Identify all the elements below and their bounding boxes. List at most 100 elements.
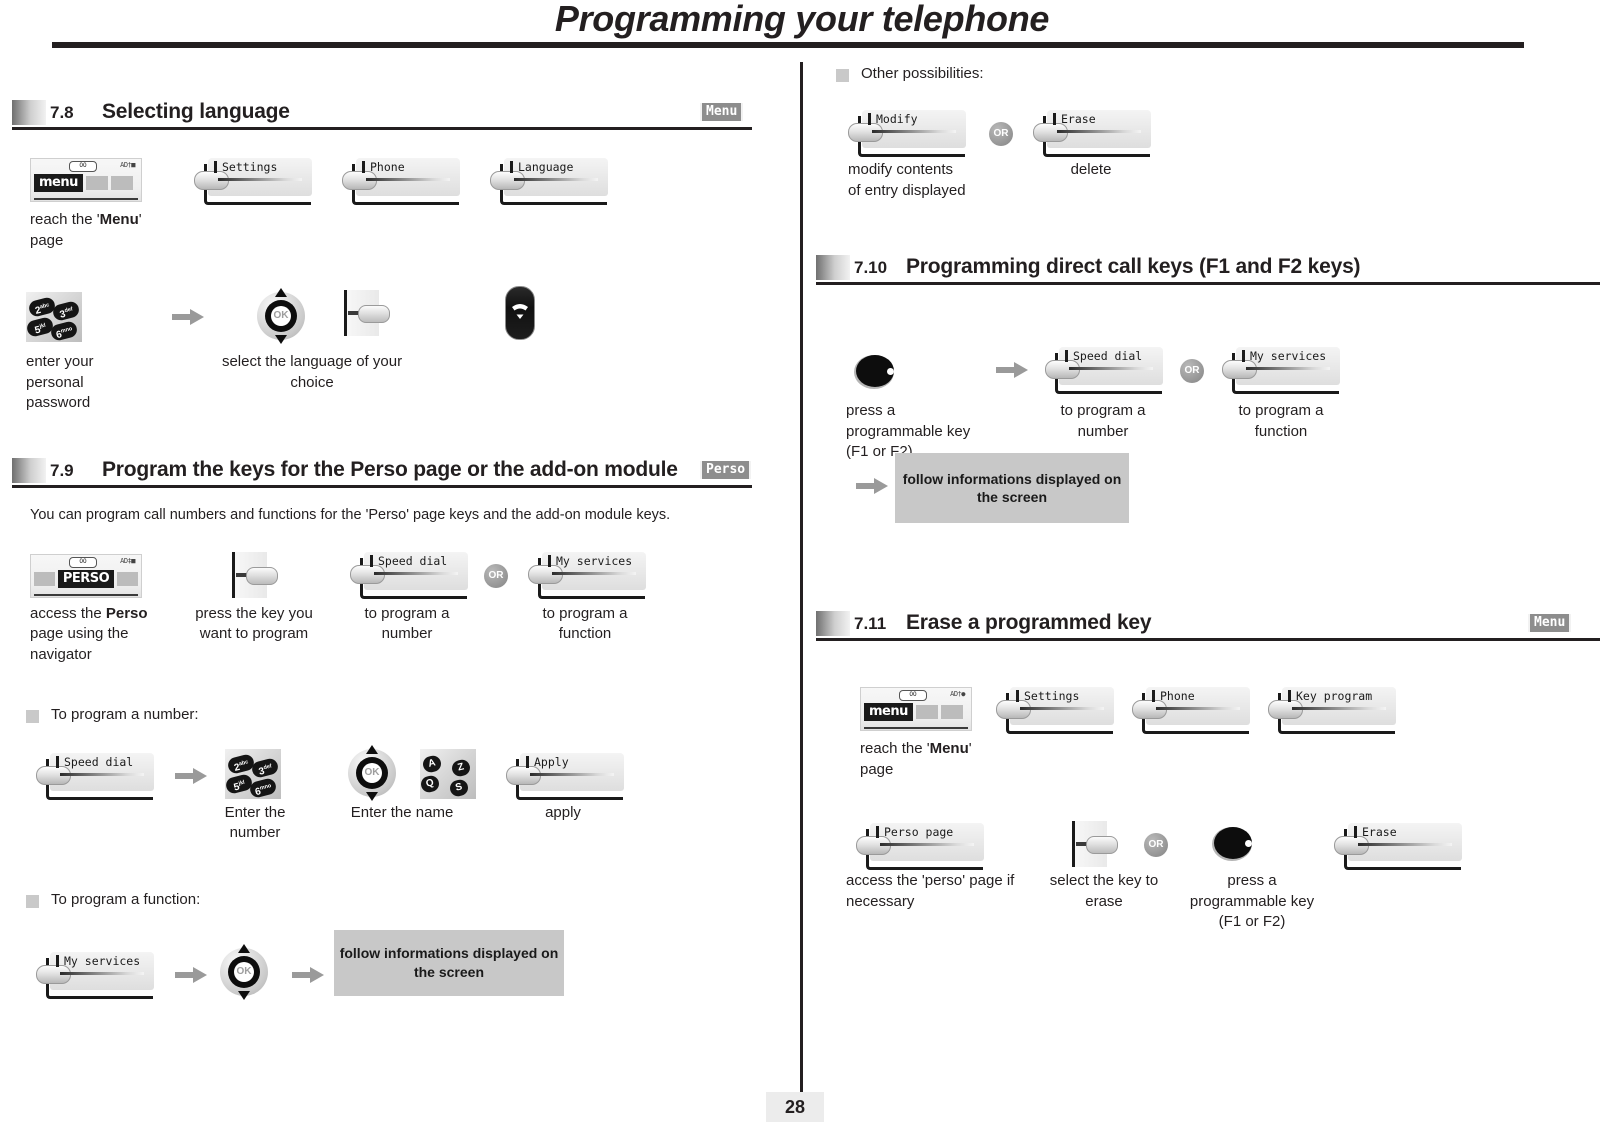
caption-text: ': [138, 211, 142, 228]
softkey-apply[interactable]: Apply: [506, 752, 624, 800]
arrow-right-icon: [172, 304, 206, 330]
keypad-key: 5jkl: [224, 772, 254, 795]
softkey-speed-dial[interactable]: Speed dial: [1045, 347, 1163, 394]
lcd-active-tag: menu: [864, 703, 913, 721]
caption-access-perso: access the Perso page using the navigato…: [30, 604, 190, 666]
caption-bold: Perso: [105, 604, 148, 622]
softkey-label: Settings: [222, 160, 278, 174]
navigator-ok-label: OK: [271, 306, 291, 326]
caption-apply: apply: [545, 803, 581, 821]
caption-text: reach the ': [30, 211, 100, 228]
lcd-active-tag: PERSO: [57, 569, 115, 588]
navigator-ok-icon: OK: [216, 943, 272, 1000]
caption-press-programmable-key: press a programmable key (F1 or F2): [1189, 872, 1315, 931]
softkey-line-icon: [60, 971, 144, 975]
caption-text: page: [30, 231, 64, 249]
caption-reach-menu: reach the 'Menu' page: [30, 210, 200, 251]
softkey-label: Language: [518, 160, 574, 174]
caption-text: ': [968, 740, 972, 757]
lcd-blank-key: [117, 571, 138, 586]
softkey-line-icon: [218, 178, 302, 181]
softkey-line-icon: [1069, 367, 1153, 370]
softkey-speed-dial[interactable]: Speed dial: [350, 551, 468, 599]
programmable-key-icon: [1214, 827, 1254, 861]
softkey-line-icon: [872, 130, 956, 133]
caption-program-number: to program a number: [364, 604, 450, 643]
softkey-my-services[interactable]: My services: [528, 551, 646, 599]
softkey-label: Settings: [1024, 689, 1080, 703]
section-rule: [12, 485, 752, 488]
softkey-settings[interactable]: Settings: [996, 687, 1114, 734]
softkey-tick-icon: [868, 113, 871, 125]
bullet-square-icon: [836, 69, 849, 82]
hangup-key-icon: [505, 286, 535, 340]
page-title: Programming your telephone: [554, 0, 1050, 39]
alpha-keypad-icon: A Z Q S: [419, 748, 476, 799]
softkey-label: Modify: [876, 112, 918, 126]
section-tab: [816, 611, 850, 636]
keypad-icon: 2abc 3def 5jkl 6mno: [224, 748, 281, 799]
navigator-ok-icon: OK: [344, 744, 400, 801]
section-rule: [12, 127, 752, 130]
softkey-tick-icon: [56, 954, 59, 967]
softkey-tick-icon: [370, 554, 373, 567]
softkey-line-icon: [1358, 843, 1452, 846]
section-7-10: 7.10 Programming direct call keys (F1 an…: [816, 255, 1600, 523]
lcd-underline: [864, 727, 968, 729]
softkey-my-services[interactable]: My services: [1222, 347, 1340, 394]
softkey-language[interactable]: Language: [490, 158, 608, 205]
select-key-icon: [336, 290, 392, 338]
section-number: 7.10: [854, 258, 888, 277]
caption-press-key: press the key you want to program: [195, 604, 313, 643]
section-number: 7.8: [50, 103, 74, 122]
section-title: Program the keys for the Perso page or t…: [102, 458, 678, 481]
lcd-underline: [34, 198, 138, 200]
arrow-right-icon: [175, 763, 209, 789]
softkey-tick-icon: [1053, 113, 1056, 125]
softkey-tick-icon: [1065, 350, 1068, 362]
caption-reach-menu: reach the 'Menu' page: [860, 739, 1040, 780]
navigator-ok-icon: OK: [253, 288, 309, 344]
softkey-tick-icon: [214, 161, 217, 173]
softkey-erase[interactable]: Erase: [1334, 823, 1462, 870]
section-7-11-heading: 7.11 Erase a programmed key Menu: [816, 611, 1600, 641]
caption-access-perso-page: access the 'perso' page if necessary: [846, 872, 1015, 910]
softkey-line-icon: [1156, 707, 1240, 710]
section-rule: [816, 282, 1600, 285]
softkey-speed-dial[interactable]: Speed dial: [36, 752, 154, 800]
section-7-11: 7.11 Erase a programmed key Menu OO AD†●…: [816, 611, 1600, 993]
section-rule: [816, 638, 1600, 641]
section-7-9-heading: 7.9 Program the keys for the Perso page …: [12, 458, 752, 488]
softkey-settings[interactable]: Settings: [194, 158, 312, 205]
softkey-my-services[interactable]: My services: [36, 951, 154, 999]
softkey-perso-page[interactable]: Perso page: [856, 823, 984, 870]
page-key-badge: Perso: [700, 461, 752, 479]
softkey-tick-icon: [1242, 350, 1245, 362]
softkey-line-icon: [1020, 707, 1104, 710]
section-tab: [12, 458, 46, 483]
softkey-phone[interactable]: Phone: [1132, 687, 1250, 734]
softkey-tick-icon: [1288, 690, 1291, 702]
page-number: 28: [766, 1092, 824, 1122]
softkey-phone[interactable]: Phone: [342, 158, 460, 205]
softkey-key-program[interactable]: Key program: [1268, 687, 1396, 734]
section-tab: [12, 100, 46, 125]
page-key-badge: Menu: [700, 103, 744, 121]
lcd-blank-key: [915, 705, 938, 719]
alpha-key: A: [421, 753, 443, 774]
or-badge: OR: [1144, 833, 1168, 857]
left-column: 7.8 Selecting language Menu OO AD†■ menu: [0, 60, 790, 1080]
softkey-erase[interactable]: Erase: [1033, 110, 1151, 157]
softkey-label: Phone: [1160, 689, 1195, 703]
softkey-tick-icon: [548, 554, 551, 567]
alpha-key: Q: [419, 773, 441, 794]
lcd-top-icon: OO: [69, 161, 97, 172]
softkey-label: My services: [1250, 349, 1327, 363]
keypad-key: 3def: [51, 300, 81, 322]
caption-modify-contents: modify contents of entry displayed: [848, 161, 966, 199]
lcd-blank-key: [85, 176, 108, 190]
softkey-modify[interactable]: Modify: [848, 110, 966, 157]
softkey-line-icon: [374, 571, 458, 575]
keypad-key: 6mno: [248, 776, 278, 799]
section-title: Erase a programmed key: [906, 611, 1152, 634]
